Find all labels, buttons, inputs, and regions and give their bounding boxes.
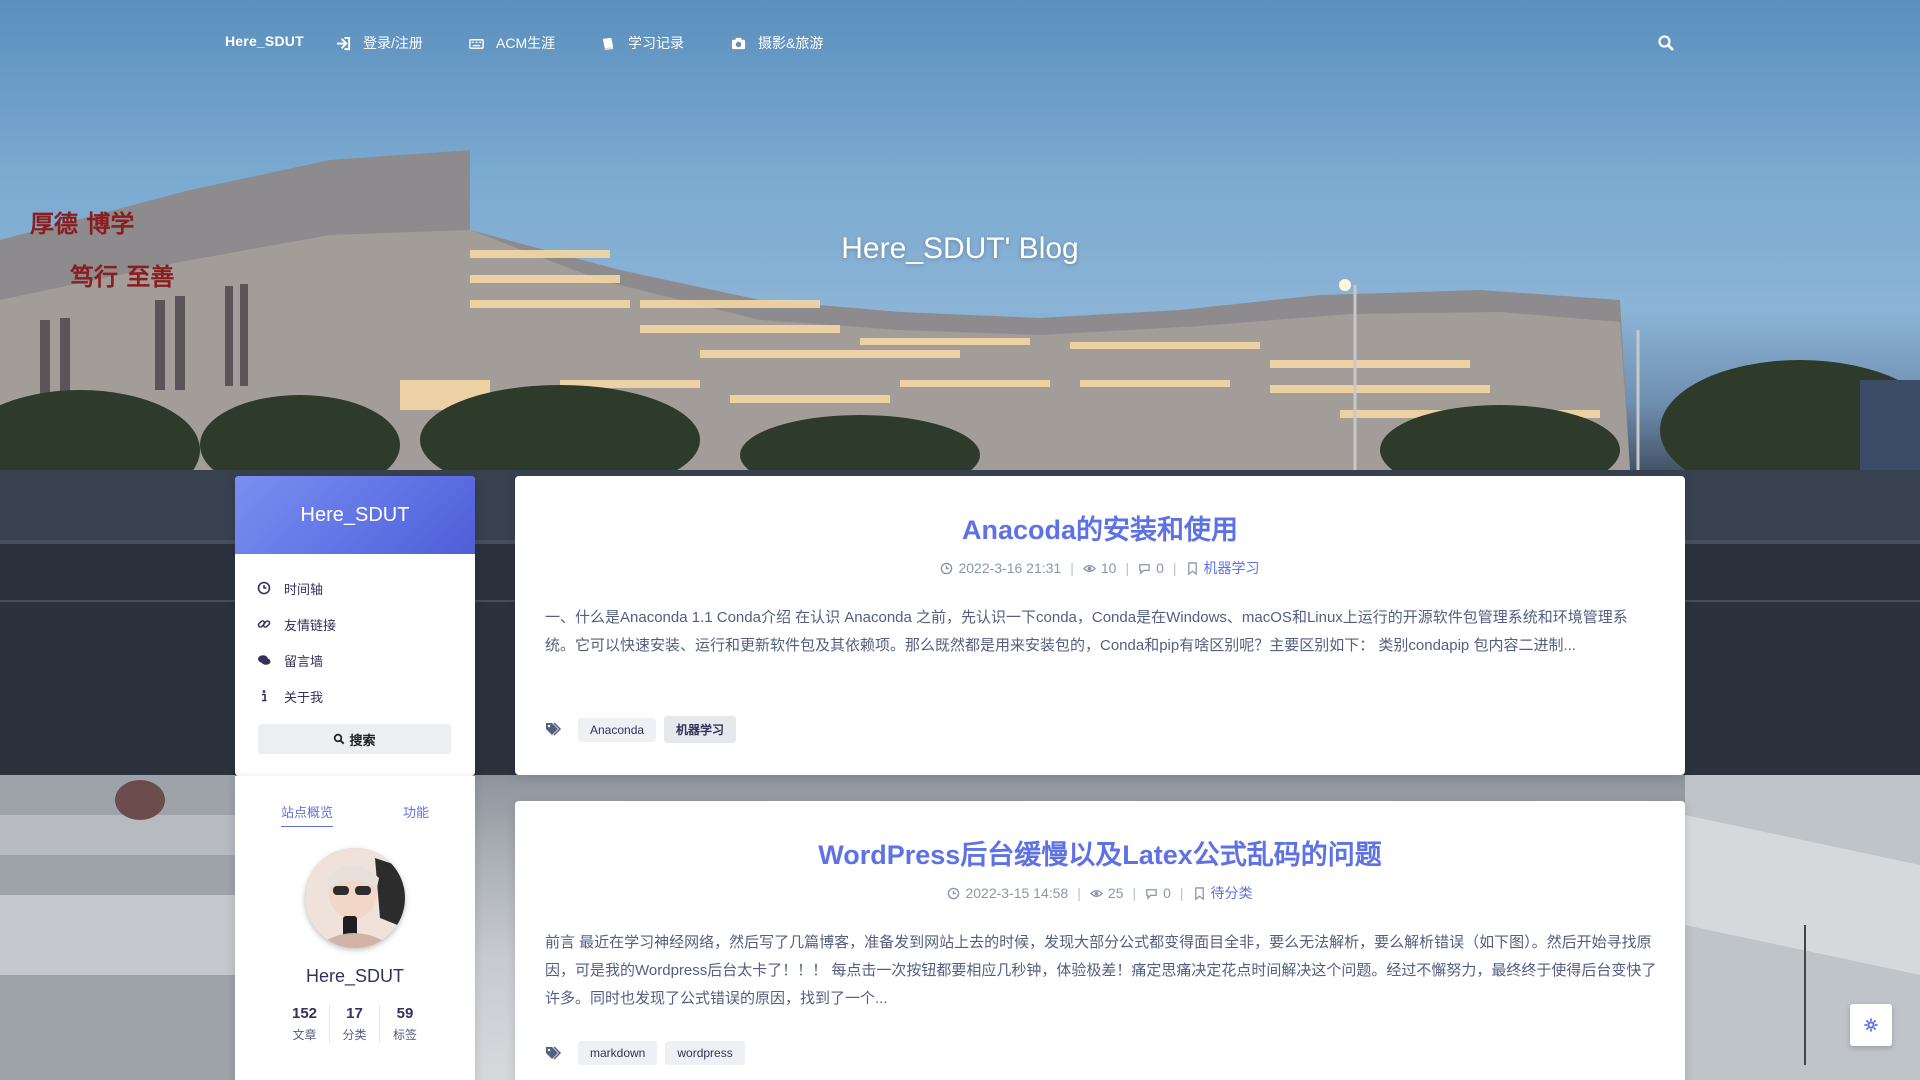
sidebar-item-label: 时间轴 (284, 581, 324, 597)
settings-button[interactable] (1850, 1004, 1892, 1046)
sidebar-item-about-me[interactable]: 关于我 (257, 678, 475, 714)
tag-link[interactable]: 机器学习 (664, 716, 737, 743)
sidebar-search-label: 搜索 (349, 732, 376, 748)
nav-login-label: 登录/注册 (363, 35, 423, 51)
eye-icon (1089, 889, 1103, 897)
stat-tags[interactable]: 59 标签 (380, 1005, 430, 1043)
nav-study-notes[interactable]: 学习记录 (601, 33, 684, 53)
nav-acm-label: ACM生涯 (496, 35, 556, 51)
post-title-link[interactable]: WordPress后台缓慢以及Latex公式乱码的问题 (515, 833, 1685, 872)
bookmark-icon (1187, 561, 1197, 575)
link-icon (257, 620, 271, 628)
sidebar-menu-card: Here_SDUT 时间轴 友情链接 留言墙 关于我 搜索 (235, 476, 475, 776)
post-meta: 2022-3-15 14:58 | 25 | 0 | 待分类 (515, 883, 1685, 903)
meta-separator: | (1132, 885, 1137, 901)
post-comments: 0 (1163, 885, 1171, 901)
post-category-link[interactable]: 机器学习 (1204, 558, 1260, 578)
post-views: 10 (1100, 560, 1117, 576)
nav-photography-travel[interactable]: 摄影&旅游 (731, 33, 823, 53)
avatar (305, 848, 405, 948)
nav-acm-career[interactable]: ACM生涯 (469, 33, 555, 53)
sidebar-search-button[interactable]: 搜索 (258, 724, 451, 754)
nav-login-register[interactable]: 登录/注册 (336, 33, 423, 53)
sign-in-icon (336, 36, 351, 50)
clock-icon (948, 887, 960, 899)
keyboard-icon (469, 38, 484, 49)
post-excerpt: 一、什么是Anaconda 1.1 Conda介绍 在认识 Anaconda 之… (545, 609, 1628, 654)
post-date: 2022-3-16 21:31 (958, 560, 1062, 576)
sidebar-item-label: 留言墙 (284, 653, 324, 669)
sidebar-item-label: 关于我 (284, 689, 324, 705)
post-tags: markdown wordpress (545, 1041, 745, 1065)
sidebar-item-message-wall[interactable]: 留言墙 (257, 642, 475, 678)
comment-icon (1146, 888, 1157, 900)
meta-separator: | (1077, 885, 1081, 901)
post-date: 2022-3-15 14:58 (965, 885, 1069, 901)
banner-inscription-line2: 笃行 至善 (69, 262, 174, 291)
clock-icon (941, 562, 953, 574)
meta-separator: | (1125, 560, 1130, 576)
sidebar-menu: 时间轴 友情链接 留言墙 关于我 (235, 554, 475, 714)
post-title-link[interactable]: Anacoda的安装和使用 (515, 508, 1685, 547)
book-icon (602, 37, 614, 50)
tag-link[interactable]: markdown (578, 1041, 658, 1065)
overview-tabs: 站点概览 功能 (235, 802, 475, 827)
stat-value: 17 (346, 1005, 363, 1022)
site-stats: 152 文章 17 分类 59 标签 (235, 1005, 475, 1043)
tags-icon (546, 722, 562, 736)
site-overview-card: 站点概览 功能 Here_SDUT 152 文章 17 分类 59 标签 (235, 776, 475, 1080)
stat-label: 标签 (392, 1028, 417, 1042)
blog-title: Here_SDUT' Blog (841, 232, 1079, 265)
camera-icon (731, 37, 746, 49)
search-icon (334, 733, 345, 745)
sidebar-item-timeline[interactable]: 时间轴 (257, 570, 475, 606)
nav-photo-label: 摄影&旅游 (758, 35, 824, 51)
info-icon (262, 690, 267, 702)
bookmark-icon (1194, 886, 1204, 900)
post-meta: 2022-3-16 21:31 | 10 | 0 | 机器学习 (515, 558, 1685, 578)
nav-study-label: 学习记录 (628, 35, 684, 51)
sidebar-item-label: 友情链接 (284, 617, 337, 633)
tab-functions[interactable]: 功能 (403, 802, 429, 821)
brand-link[interactable]: Here_SDUT (225, 33, 304, 49)
post-comments: 0 (1156, 560, 1164, 576)
author-name: Here_SDUT (305, 966, 405, 986)
tags-icon (546, 1045, 562, 1060)
tag-link[interactable]: wordpress (665, 1041, 745, 1065)
post-card: Anacoda的安装和使用 2022-3-16 21:31 | 10 | 0 |… (515, 476, 1685, 775)
stat-value: 59 (396, 1005, 414, 1022)
tab-site-overview[interactable]: 站点概览 (281, 802, 334, 827)
meta-separator: | (1172, 560, 1177, 576)
comment-icon (1139, 563, 1150, 575)
post-card: WordPress后台缓慢以及Latex公式乱码的问题 2022-3-15 14… (515, 801, 1685, 1080)
stat-articles[interactable]: 152 文章 (280, 1005, 330, 1043)
meta-separator: | (1070, 560, 1074, 576)
post-views: 25 (1107, 885, 1124, 901)
eye-icon (1082, 564, 1096, 572)
comments-icon (258, 655, 271, 665)
stat-label: 分类 (342, 1028, 367, 1042)
sidebar-title: Here_SDUT (235, 476, 475, 554)
stat-label: 文章 (292, 1028, 317, 1042)
post-tags: Anaconda 机器学习 (545, 716, 737, 743)
sidebar-item-friend-links[interactable]: 友情链接 (257, 606, 475, 642)
search-icon[interactable] (1657, 34, 1675, 52)
gear-icon (1864, 1018, 1878, 1032)
meta-separator: | (1179, 885, 1184, 901)
tag-link[interactable]: Anaconda (578, 717, 657, 742)
post-excerpt: 前言 最近在学习神经网络，然后写了几篇博客，准备发到网站上去的时候，发现大部分公… (545, 934, 1657, 1007)
post-category-link[interactable]: 待分类 (1211, 883, 1253, 903)
clock-icon (257, 581, 271, 595)
stat-value: 152 (291, 1005, 318, 1022)
top-navbar: Here_SDUT 登录/注册 ACM生涯 学习记录 摄影&旅游 (0, 0, 1920, 86)
stat-categories[interactable]: 17 分类 (330, 1005, 380, 1043)
